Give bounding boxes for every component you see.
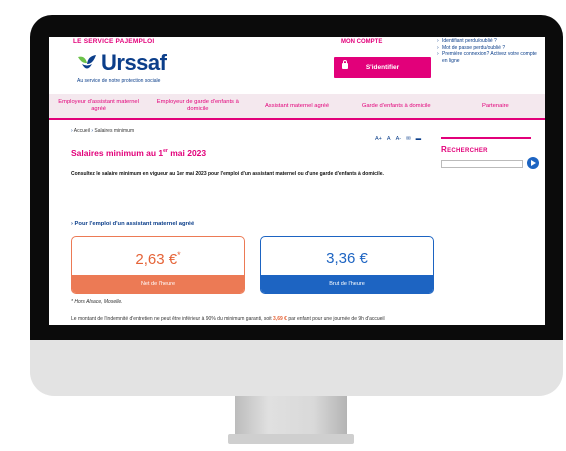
monitor-foot xyxy=(228,434,354,444)
net-salary-card: 2,63 €* Net de l'heure xyxy=(71,236,245,294)
nav-item-employeur-garde[interactable]: Employeur de garde d'enfants à domicile xyxy=(148,94,247,118)
search-input[interactable] xyxy=(441,160,523,168)
nav-item-partenaire[interactable]: Partenaire xyxy=(446,94,545,118)
bird-logo-icon xyxy=(76,53,98,73)
login-button[interactable]: S'identifier xyxy=(334,57,431,78)
nav-item-assistant-maternel[interactable]: Assistant maternel agréé xyxy=(247,94,346,118)
font-decrease-button[interactable]: A- xyxy=(396,136,402,142)
nav-item-employeur-assistant[interactable]: Employeur d'assistant maternel agréé xyxy=(49,94,148,118)
search-submit-icon[interactable] xyxy=(527,157,539,169)
breadcrumb: › Accueil › Salaires minimum xyxy=(71,128,135,134)
font-increase-button[interactable]: A+ xyxy=(375,136,382,142)
net-salary-value: 2,63 €* xyxy=(135,250,181,268)
browser-screen: LE SERVICE PAJEMPLOI Urssaf Au service d… xyxy=(49,37,545,325)
lock-icon xyxy=(342,60,348,69)
breadcrumb-current: Salaires minimum xyxy=(94,128,135,134)
breadcrumb-home[interactable]: Accueil xyxy=(74,128,90,134)
indemnity-paragraph: Le montant de l'indemnité d'entretien ne… xyxy=(71,316,385,322)
intro-text: Consultez le salaire minimum en vigueur … xyxy=(71,171,384,177)
monitor-stand xyxy=(235,396,347,437)
first-connection-link[interactable]: Première connexion? Activez votre compte… xyxy=(437,51,541,64)
print-icon[interactable]: ▬ xyxy=(416,136,422,142)
nav-item-garde-domicile[interactable]: Garde d'enfants à domicile xyxy=(347,94,446,118)
login-button-label: S'identifier xyxy=(365,64,400,71)
font-reset-button[interactable]: A xyxy=(387,136,391,142)
search-title: RECHERCHER xyxy=(441,137,531,154)
footnote: * Hors Alsace, Moselle. xyxy=(71,299,123,305)
page-title: Salaires minimum au 1er mai 2023 xyxy=(71,148,207,158)
site-tagline: LE SERVICE PAJEMPLOI xyxy=(73,38,155,45)
logo-wordmark: Urssaf xyxy=(101,50,167,75)
page-tools: A+ A A- ✉ ▬ xyxy=(375,136,421,142)
monitor-chin xyxy=(30,340,563,396)
main-nav: Employeur d'assistant maternel agréé Emp… xyxy=(49,94,545,120)
gross-salary-card: 3,36 € Brut de l'heure xyxy=(260,236,434,294)
logo-subtitle: Au service de notre protection sociale xyxy=(77,78,161,84)
section-heading: › Pour l'emploi d'un assistant maternel … xyxy=(71,221,195,227)
gross-salary-value: 3,36 € xyxy=(326,250,368,267)
email-icon[interactable]: ✉ xyxy=(406,136,411,142)
gross-salary-label: Brut de l'heure xyxy=(261,275,433,293)
net-salary-label: Net de l'heure xyxy=(72,275,244,293)
account-links: Identifiant perdu/oublié ? Mot de passe … xyxy=(437,38,541,64)
account-title: MON COMPTE xyxy=(341,39,383,45)
urssaf-logo[interactable]: Urssaf xyxy=(76,50,167,75)
